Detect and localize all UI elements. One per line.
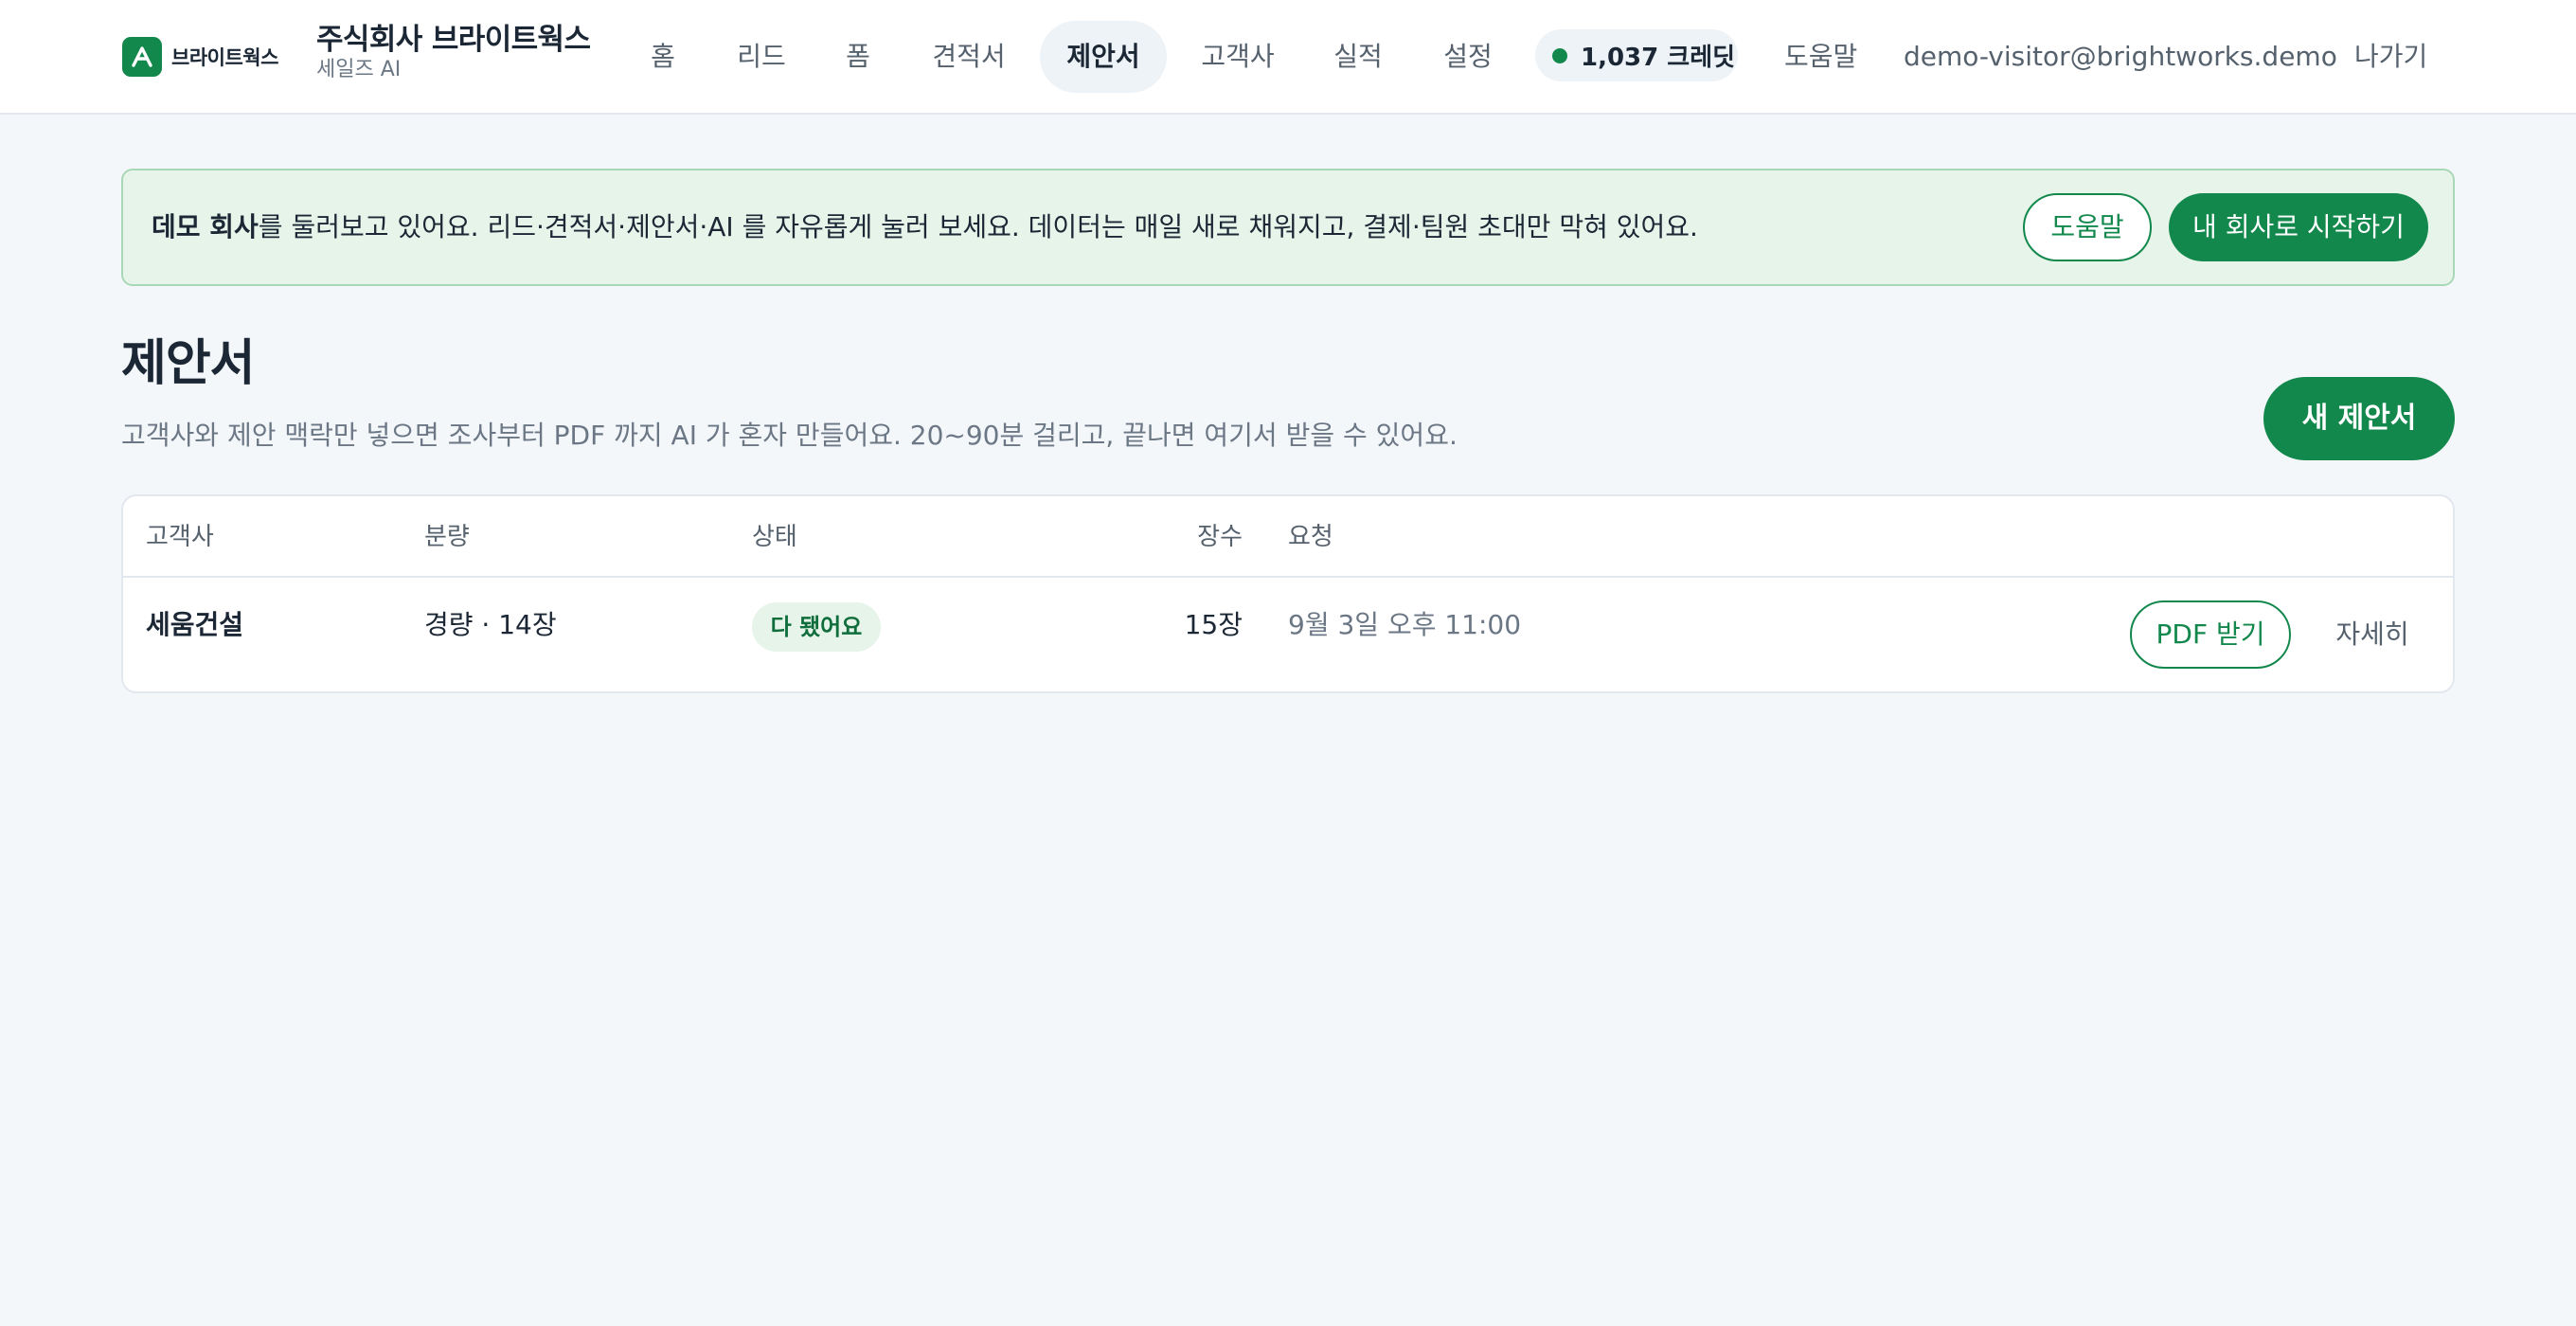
credit-balance-text: 1,037 크레딧 (1581, 44, 1736, 72)
demo-notice-banner: 데모 회사를 둘러보고 있어요. 리드·견적서·제안서·AI 를 자유롭게 눌러… (121, 169, 2455, 286)
nav-item-settings[interactable]: 설정 (1432, 21, 1504, 93)
company-name: 주식회사 브라이트웍스 (316, 23, 591, 57)
view-details-button[interactable]: 자세히 (2311, 600, 2434, 669)
row-requested-time: 9월 3일 오후 11:00 (1288, 609, 1522, 640)
column-header-volume: 분량 (424, 523, 470, 551)
page-title: 제안서 (121, 335, 256, 392)
start-own-company-button[interactable]: 내 회사로 시작하기 (2169, 193, 2428, 261)
new-proposal-button[interactable]: 새 제안서 (2263, 377, 2455, 460)
nav-item-home[interactable]: 홈 (636, 21, 689, 93)
nav-item-proposals[interactable]: 제안서 (1040, 21, 1167, 93)
column-header-client: 고객사 (146, 523, 214, 551)
logo-text: 브라이트웍스 (171, 46, 278, 69)
row-pages: 15장 (1184, 609, 1243, 640)
page-description: 고객사와 제안 맥락만 넣으면 조사부터 PDF 까지 AI 가 혼자 만들어요… (121, 420, 1458, 451)
nav-item-performance[interactable]: 실적 (1322, 21, 1394, 93)
column-header-pages: 장수 (1197, 523, 1243, 551)
row-volume: 경량 · 14장 (424, 609, 557, 640)
table-header: 고객사 분량 상태 장수 요청 (123, 496, 2453, 578)
download-pdf-button[interactable]: PDF 받기 (2130, 600, 2291, 669)
company-info: 주식회사 브라이트웍스 세일즈 AI (316, 21, 591, 83)
banner-help-button[interactable]: 도움말 (2023, 193, 2152, 261)
column-header-requested: 요청 (1288, 523, 1333, 551)
user-email[interactable]: demo-visitor@brightworks.demo (1904, 21, 2337, 93)
logo-mark-icon (122, 37, 162, 77)
credit-balance-badge[interactable]: 1,037 크레딧 (1535, 29, 1738, 81)
nav-item-clients[interactable]: 고객사 (1190, 21, 1286, 93)
table-row[interactable]: 세움건설 경량 · 14장 다 됐어요 15장 9월 3일 오후 11:00 P… (123, 578, 2453, 691)
top-navigation-bar: 브라이트웍스 주식회사 브라이트웍스 세일즈 AI 홈 리드 폼 견적서 제안서… (0, 0, 2576, 115)
banner-message: 데모 회사를 둘러보고 있어요. 리드·견적서·제안서·AI 를 자유롭게 눌러… (152, 170, 1698, 284)
row-client: 세움건설 (146, 609, 244, 640)
brand-logo[interactable]: 브라이트웍스 (122, 36, 278, 78)
nav-item-leads[interactable]: 리드 (727, 21, 796, 93)
banner-body-text: 를 둘러보고 있어요. 리드·견적서·제안서·AI 를 자유롭게 눌러 보세요.… (258, 211, 1698, 242)
logout-link[interactable]: 나가기 (2354, 21, 2427, 93)
nav-item-forms[interactable]: 폼 (832, 21, 885, 93)
nav-item-quotes[interactable]: 견적서 (921, 21, 1017, 93)
proposals-table: 고객사 분량 상태 장수 요청 세움건설 경량 · 14장 다 됐어요 15장 … (121, 494, 2455, 693)
status-dot-icon (1552, 47, 1567, 63)
help-link[interactable]: 도움말 (1784, 21, 1857, 93)
banner-bold-text: 데모 회사 (152, 211, 259, 242)
company-subtitle: 세일즈 AI (316, 58, 402, 81)
column-header-status: 상태 (752, 523, 797, 551)
status-badge: 다 됐어요 (752, 602, 881, 652)
